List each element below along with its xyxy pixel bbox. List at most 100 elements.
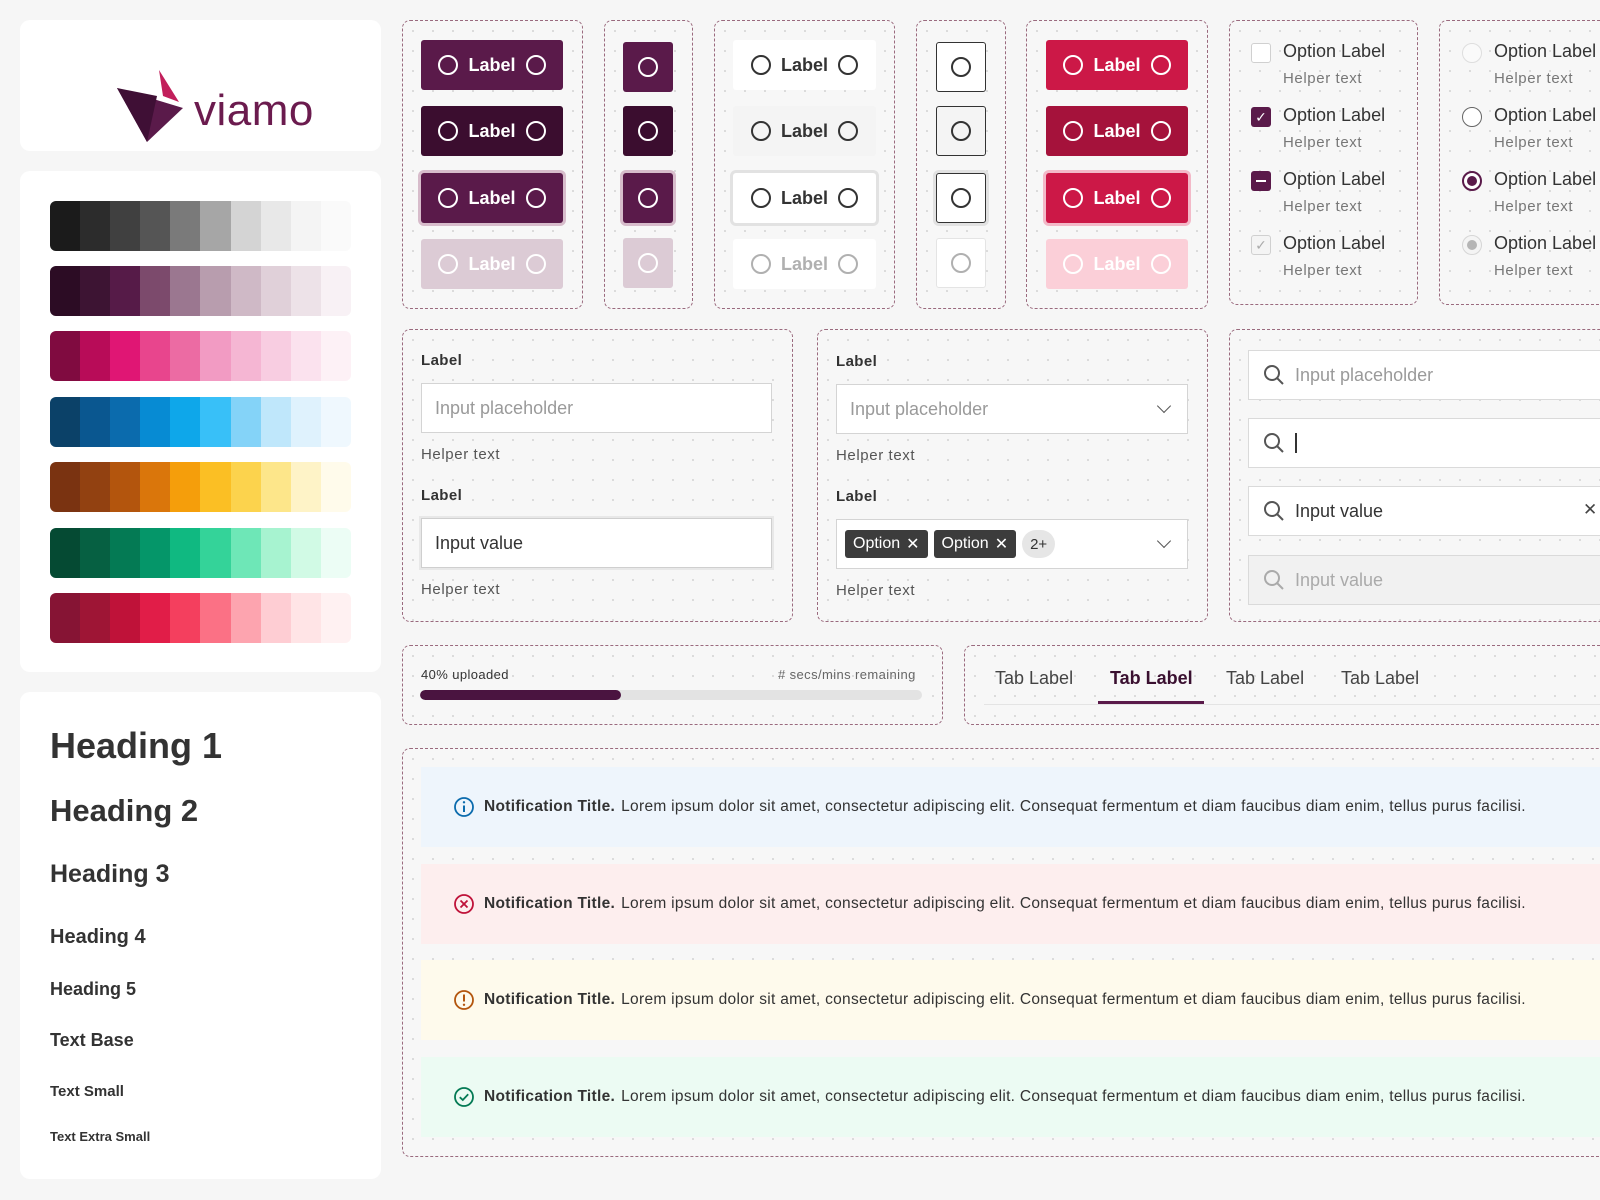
primary-button-hover[interactable]: Label (421, 106, 563, 156)
color-swatch (200, 528, 231, 578)
tab-item-active[interactable]: Tab Label (1110, 668, 1193, 689)
danger-button[interactable]: Label (1046, 40, 1188, 90)
danger-button-hover[interactable]: Label (1046, 106, 1188, 156)
tab-item[interactable]: Tab Label (1341, 668, 1419, 689)
primary-icon-button[interactable] (623, 42, 673, 92)
circle-icon (438, 254, 459, 274)
search-value-text: Input value (1295, 500, 1384, 521)
heading-3-sample: Heading 3 (50, 860, 170, 888)
progress-remaining: # secs/mins remaining (778, 667, 916, 682)
search-icon (1264, 570, 1284, 590)
secondary-icon-button[interactable] (936, 42, 986, 92)
color-swatch (140, 397, 171, 447)
color-swatch (290, 593, 321, 643)
notification-info: Notification Title. Lorem ipsum dolor si… (421, 767, 1600, 847)
color-swatch (230, 528, 261, 578)
primary-button-disabled: Label (421, 239, 563, 289)
color-swatch (80, 397, 111, 447)
button-label: Label (468, 120, 516, 141)
close-icon[interactable]: ✕ (995, 534, 1008, 554)
secondary-button[interactable]: Label (733, 40, 876, 90)
secondary-icon-button-hover[interactable] (936, 106, 986, 156)
radio-selected[interactable] (1462, 171, 1482, 191)
secondary-button-hover[interactable]: Label (733, 106, 876, 156)
checkbox-unchecked[interactable] (1251, 43, 1271, 63)
color-swatch (170, 331, 201, 381)
search-input-value[interactable]: Input value ✕ (1248, 486, 1600, 536)
circle-icon (525, 121, 546, 141)
search-icon (1264, 433, 1284, 453)
color-swatch (230, 266, 261, 316)
color-swatch (260, 528, 291, 578)
text-small-sample: Text Small (50, 1083, 124, 1100)
notification-body: Lorem ipsum dolor sit amet, consectetur … (621, 798, 1526, 815)
primary-button-focus[interactable]: Label (421, 173, 563, 223)
primary-button[interactable]: Label (421, 40, 563, 90)
danger-button-disabled: Label (1046, 239, 1188, 289)
circle-icon (750, 121, 771, 141)
select-placeholder: Input placeholder (850, 398, 989, 419)
notification-body: Lorem ipsum dolor sit amet, consectetur … (621, 991, 1526, 1008)
circle-icon (525, 55, 546, 75)
circle-icon (638, 188, 658, 208)
multi-select-dropdown[interactable]: Option ✕ Option ✕ 2+ (836, 519, 1188, 569)
tab-item[interactable]: Tab Label (1226, 668, 1304, 689)
color-swatch (230, 331, 261, 381)
radio-unselected[interactable] (1462, 107, 1482, 127)
minus-icon (1256, 180, 1266, 182)
select-dropdown[interactable]: Input placeholder (836, 384, 1188, 434)
circle-icon (838, 188, 858, 208)
circle-icon (1063, 121, 1084, 141)
heading-5-sample: Heading 5 (50, 979, 137, 999)
circle-icon (750, 188, 771, 208)
color-swatch (110, 266, 141, 316)
text-input-value[interactable]: Input value (421, 518, 772, 568)
tab-item[interactable]: Tab Label (995, 668, 1073, 689)
circle-icon (525, 254, 546, 274)
color-swatch (320, 462, 351, 512)
color-swatch (260, 397, 291, 447)
circle-icon (1150, 254, 1171, 274)
field-helper-text: Helper text (836, 582, 916, 599)
checkmark-icon: ✓ (1255, 236, 1267, 253)
radio-disabled (1462, 43, 1482, 63)
checkbox-indeterminate[interactable] (1251, 171, 1271, 191)
chip-label: Option (853, 535, 901, 552)
secondary-button-disabled: Label (733, 239, 876, 289)
radio-label: Option Label (1494, 41, 1597, 61)
button-label: Label (1093, 54, 1141, 75)
field-label: Label (836, 488, 878, 505)
color-swatch (170, 593, 201, 643)
checkbox-label: Option Label (1283, 233, 1386, 253)
text-input-placeholder[interactable]: Input placeholder (421, 383, 772, 433)
secondary-button-focus[interactable]: Label (733, 173, 876, 223)
secondary-icon-button-focus[interactable] (936, 173, 986, 223)
circle-icon (951, 188, 971, 208)
field-label: Label (421, 487, 463, 504)
color-swatch (290, 331, 321, 381)
circle-icon (838, 254, 858, 274)
color-swatch (290, 201, 321, 251)
circle-icon (951, 57, 971, 77)
info-icon (453, 796, 475, 818)
color-swatch (320, 397, 351, 447)
danger-button-focus[interactable]: Label (1046, 173, 1188, 223)
primary-icon-button-hover[interactable] (623, 106, 673, 156)
heading-1-sample: Heading 1 (50, 725, 223, 766)
radio-helper-text: Helper text (1494, 134, 1574, 151)
search-placeholder-text: Input placeholder (1295, 364, 1434, 385)
color-swatch (140, 593, 171, 643)
color-swatch (170, 266, 201, 316)
clear-icon[interactable]: ✕ (1583, 500, 1597, 520)
search-input-placeholder[interactable]: Input placeholder (1248, 350, 1600, 400)
search-input-focused[interactable] (1248, 418, 1600, 468)
checkbox-checked[interactable]: ✓ (1251, 107, 1271, 127)
primary-icon-button-focus[interactable] (623, 173, 673, 223)
button-label: Label (780, 253, 828, 274)
chip-label: Option (941, 535, 989, 552)
radio-dot-icon (1467, 240, 1477, 250)
close-icon[interactable]: ✕ (906, 534, 919, 554)
notification-title: Notification Title. (484, 895, 616, 912)
error-icon (453, 893, 475, 915)
color-swatch (320, 331, 351, 381)
